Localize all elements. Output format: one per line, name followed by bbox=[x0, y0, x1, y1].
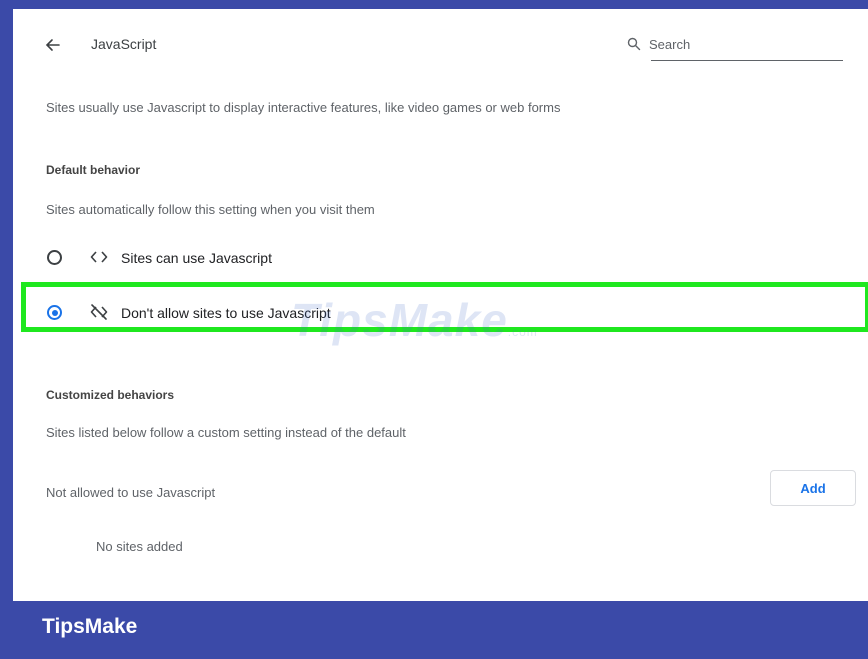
tipsmake-watermark: TipsMake.com bbox=[291, 293, 538, 347]
search-icon bbox=[627, 37, 641, 51]
arrow-left-icon[interactable] bbox=[43, 35, 63, 55]
customized-behaviors-heading: Customized behaviors bbox=[46, 388, 175, 402]
watermark-suffix: .com bbox=[507, 325, 538, 339]
default-behavior-description: Sites automatically follow this setting … bbox=[46, 202, 375, 217]
footer-brand: TipsMake bbox=[42, 615, 138, 638]
not-allowed-label: Not allowed to use Javascript bbox=[46, 485, 216, 500]
settings-panel: JavaScript Sites usually use Javascript … bbox=[13, 9, 868, 601]
default-behavior-heading: Default behavior bbox=[46, 163, 141, 177]
frame-top-border bbox=[0, 0, 868, 9]
search-underline bbox=[651, 60, 843, 61]
search-box[interactable] bbox=[627, 33, 853, 69]
page-header: JavaScript bbox=[13, 9, 868, 79]
footer-banner: TipsMake bbox=[0, 601, 868, 659]
option-label: Sites can use Javascript bbox=[121, 250, 272, 266]
radio-block-javascript[interactable] bbox=[47, 305, 62, 320]
code-brackets-icon bbox=[90, 251, 108, 263]
watermark-brand: TipsMake bbox=[291, 294, 508, 346]
frame-left-border bbox=[0, 0, 13, 600]
radio-allow-javascript[interactable] bbox=[47, 250, 62, 265]
page-title: JavaScript bbox=[91, 36, 157, 52]
option-allow-javascript[interactable]: Sites can use Javascript bbox=[13, 235, 868, 283]
no-sites-added: No sites added bbox=[96, 539, 183, 554]
search-input[interactable] bbox=[649, 33, 829, 55]
code-off-icon bbox=[90, 304, 108, 320]
customized-behaviors-description: Sites listed below follow a custom setti… bbox=[46, 425, 406, 440]
intro-text: Sites usually use Javascript to display … bbox=[46, 100, 561, 115]
add-button[interactable]: Add bbox=[770, 470, 856, 506]
